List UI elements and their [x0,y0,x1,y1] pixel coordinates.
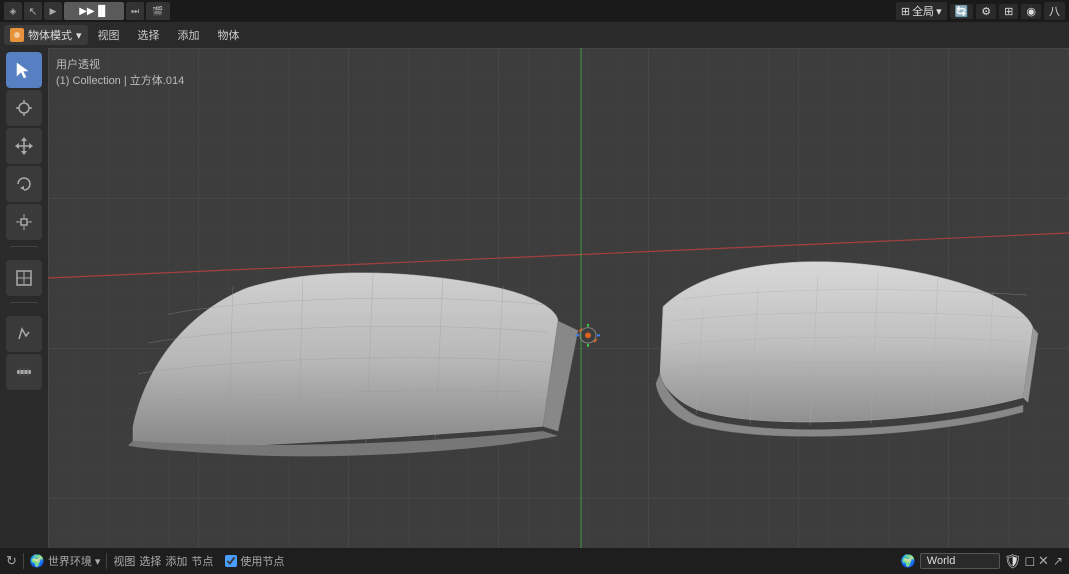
global-selector[interactable]: ⊞ 全局 ▾ [896,2,947,20]
move-tool-btn[interactable] [6,128,42,164]
settings-btn[interactable]: ⚙ [976,4,996,19]
status-right: 🌍 🛡 □ ✕ ↗ [901,553,1063,570]
status-select-menu[interactable]: 选择 [139,553,161,569]
mode-label: 物体模式 [28,27,72,43]
status-world-env[interactable]: 🌍 世界环境 ▾ [30,553,100,569]
measure-tool-btn[interactable] [6,354,42,390]
annotate-tool-btn[interactable] [6,316,42,352]
separator-1 [9,246,39,254]
node-label: 节点 [191,553,213,569]
menu-view[interactable]: 视图 [90,25,128,45]
separator-status-2 [106,553,107,569]
world-env-label: 世界环境 [48,553,92,569]
refresh-btn[interactable]: 🔄 [950,4,974,19]
blender-icon[interactable]: ◈ [4,2,22,20]
status-add-menu[interactable]: 添加 [165,553,187,569]
header-bar: 物体模式 ▾ 视图 选择 添加 物体 [0,22,1069,48]
status-view-menu[interactable]: 视图 [113,553,135,569]
world-icon: 🌍 [30,554,45,568]
world-pin-btn[interactable]: ↗ [1053,554,1063,568]
use-nodes-check[interactable] [225,555,237,567]
select-tool-btn[interactable] [6,52,42,88]
top-tool-1[interactable]: ↖ [24,2,42,20]
status-bar: ↻ 🌍 世界环境 ▾ 视图 选择 添加 节点 使用节点 🌍 🛡 □ ✕ ↗ [0,548,1069,574]
dropdown-icon: ▾ [936,5,942,18]
world-sphere-icon: 🌍 [901,554,916,568]
mode-dropdown: ▾ [76,29,82,42]
status-node-menu[interactable]: 节点 [191,553,213,569]
global-icon: ⊞ [901,5,910,18]
top-left-icons: ◈ ↖ ▶ ▶▶▐▌ ⏭ 🎬 [4,2,170,20]
add-label: 添加 [165,553,187,569]
rotate-tool-btn[interactable] [6,166,42,202]
top-bar: ◈ ↖ ▶ ▶▶▐▌ ⏭ 🎬 ⊞ 全局 ▾ 🔄 ⚙ ⊞ ◉ 八 [0,0,1069,22]
select-label: 选择 [139,553,161,569]
world-dropdown: ▾ [95,555,101,568]
top-tool-4[interactable]: ⏭ [126,2,144,20]
top-right-icons: ⊞ 全局 ▾ 🔄 ⚙ ⊞ ◉ 八 [896,2,1065,20]
scale-tool-btn[interactable] [6,204,42,240]
top-tool-5[interactable]: 🎬 [146,2,170,20]
circle-btn[interactable]: ◉ [1021,4,1041,19]
top-tool-3[interactable]: ▶▶▐▌ [64,2,124,20]
last-btn[interactable]: 八 [1044,2,1065,20]
viewport[interactable]: 用户透视 (1) Collection | 立方体.014 [48,48,1069,548]
separator-status-1 [23,553,24,569]
menu-object[interactable]: 物体 [210,25,248,45]
menu-select[interactable]: 选择 [130,25,168,45]
use-nodes-checkbox[interactable]: 使用节点 [225,553,284,569]
global-label: 全局 [912,3,934,19]
top-tool-2[interactable]: ▶ [44,2,62,20]
world-close-btn[interactable]: ✕ [1038,553,1049,569]
world-icon-2[interactable]: □ [1026,553,1034,569]
mode-selector[interactable]: 物体模式 ▾ [4,25,88,45]
cursor-tool-btn[interactable] [6,90,42,126]
grid-btn[interactable]: ⊞ [999,4,1018,19]
left-toolbar [0,48,48,548]
menu-add[interactable]: 添加 [170,25,208,45]
world-icon-1[interactable]: 🛡 [1004,553,1022,570]
view-label: 视图 [113,553,135,569]
separator-2 [9,302,39,310]
status-rotate[interactable]: ↻ [6,553,17,569]
use-nodes-label: 使用节点 [240,553,284,569]
world-input[interactable] [920,553,1000,569]
transform-tool-btn[interactable] [6,260,42,296]
rotate-icon: ↻ [6,553,17,569]
viewport-grid [48,48,1069,548]
mode-icon [10,28,24,42]
